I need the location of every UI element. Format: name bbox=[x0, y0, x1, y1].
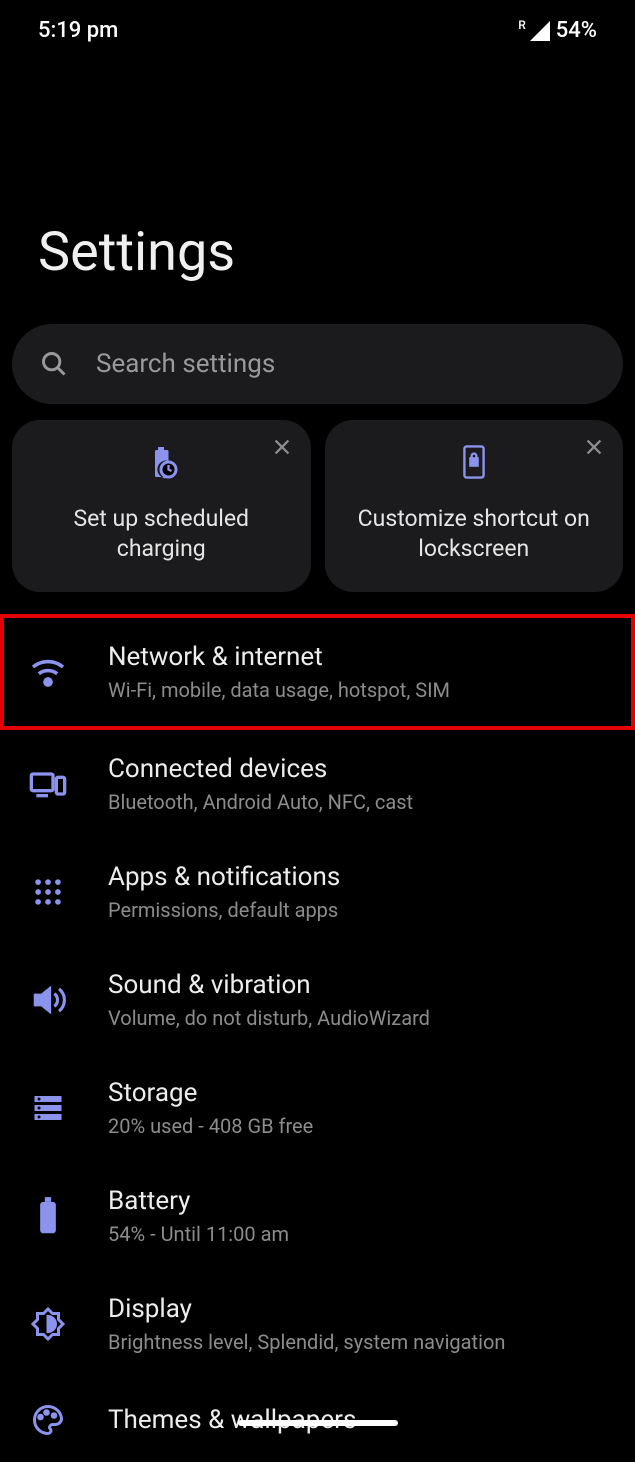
item-subtitle: Bluetooth, Android Auto, NFC, cast bbox=[108, 790, 635, 814]
close-icon[interactable] bbox=[271, 436, 293, 464]
search-icon bbox=[40, 350, 68, 378]
apps-grid-icon bbox=[24, 875, 72, 909]
settings-list: Network & internet Wi-Fi, mobile, data u… bbox=[0, 614, 635, 1462]
status-right: R 54% bbox=[518, 18, 597, 43]
card-lockscreen-shortcut[interactable]: Customize shortcut on lockscreen bbox=[325, 420, 624, 592]
roaming-indicator: R bbox=[518, 18, 526, 32]
status-time: 5:19 pm bbox=[38, 18, 118, 43]
phone-lock-icon bbox=[459, 442, 489, 482]
item-subtitle: Brightness level, Splendid, system navig… bbox=[108, 1330, 635, 1354]
item-title: Display bbox=[108, 1294, 635, 1324]
nav-handle[interactable] bbox=[238, 1420, 398, 1426]
brightness-icon bbox=[24, 1306, 72, 1342]
item-battery[interactable]: Battery 54% - Until 11:00 am bbox=[0, 1162, 635, 1270]
signal-icon bbox=[530, 21, 550, 41]
item-subtitle: Wi-Fi, mobile, data usage, hotspot, SIM bbox=[108, 678, 631, 702]
item-title: Network & internet bbox=[108, 642, 631, 672]
item-title: Storage bbox=[108, 1078, 635, 1108]
item-subtitle: 54% - Until 11:00 am bbox=[108, 1222, 635, 1246]
page-title: Settings bbox=[0, 43, 635, 284]
item-title: Connected devices bbox=[108, 754, 635, 784]
status-bar: 5:19 pm R 54% bbox=[0, 0, 635, 43]
search-input[interactable]: Search settings bbox=[12, 324, 623, 404]
item-display[interactable]: Display Brightness level, Splendid, syst… bbox=[0, 1270, 635, 1378]
item-network-internet[interactable]: Network & internet Wi-Fi, mobile, data u… bbox=[0, 614, 635, 730]
close-icon[interactable] bbox=[583, 436, 605, 464]
item-connected-devices[interactable]: Connected devices Bluetooth, Android Aut… bbox=[0, 730, 635, 838]
suggestion-cards: Set up scheduled charging Customize shor… bbox=[12, 420, 623, 592]
item-title: Battery bbox=[108, 1186, 635, 1216]
item-sound-vibration[interactable]: Sound & vibration Volume, do not disturb… bbox=[0, 946, 635, 1054]
item-title: Apps & notifications bbox=[108, 862, 635, 892]
item-storage[interactable]: Storage 20% used - 408 GB free bbox=[0, 1054, 635, 1162]
item-apps-notifications[interactable]: Apps & notifications Permissions, defaul… bbox=[0, 838, 635, 946]
item-subtitle: Volume, do not disturb, AudioWizard bbox=[108, 1006, 635, 1030]
wifi-icon bbox=[24, 652, 72, 692]
palette-icon bbox=[24, 1402, 72, 1438]
card-label: Set up scheduled charging bbox=[32, 504, 291, 564]
item-subtitle: Permissions, default apps bbox=[108, 898, 635, 922]
devices-icon bbox=[24, 764, 72, 804]
card-label: Customize shortcut on lockscreen bbox=[345, 504, 604, 564]
battery-icon bbox=[24, 1197, 72, 1235]
search-placeholder: Search settings bbox=[96, 349, 275, 379]
battery-clock-icon bbox=[143, 442, 179, 482]
storage-icon bbox=[24, 1090, 72, 1126]
battery-percent: 54% bbox=[556, 18, 597, 43]
item-title: Sound & vibration bbox=[108, 970, 635, 1000]
sound-icon bbox=[24, 981, 72, 1019]
item-subtitle: 20% used - 408 GB free bbox=[108, 1114, 635, 1138]
card-scheduled-charging[interactable]: Set up scheduled charging bbox=[12, 420, 311, 592]
